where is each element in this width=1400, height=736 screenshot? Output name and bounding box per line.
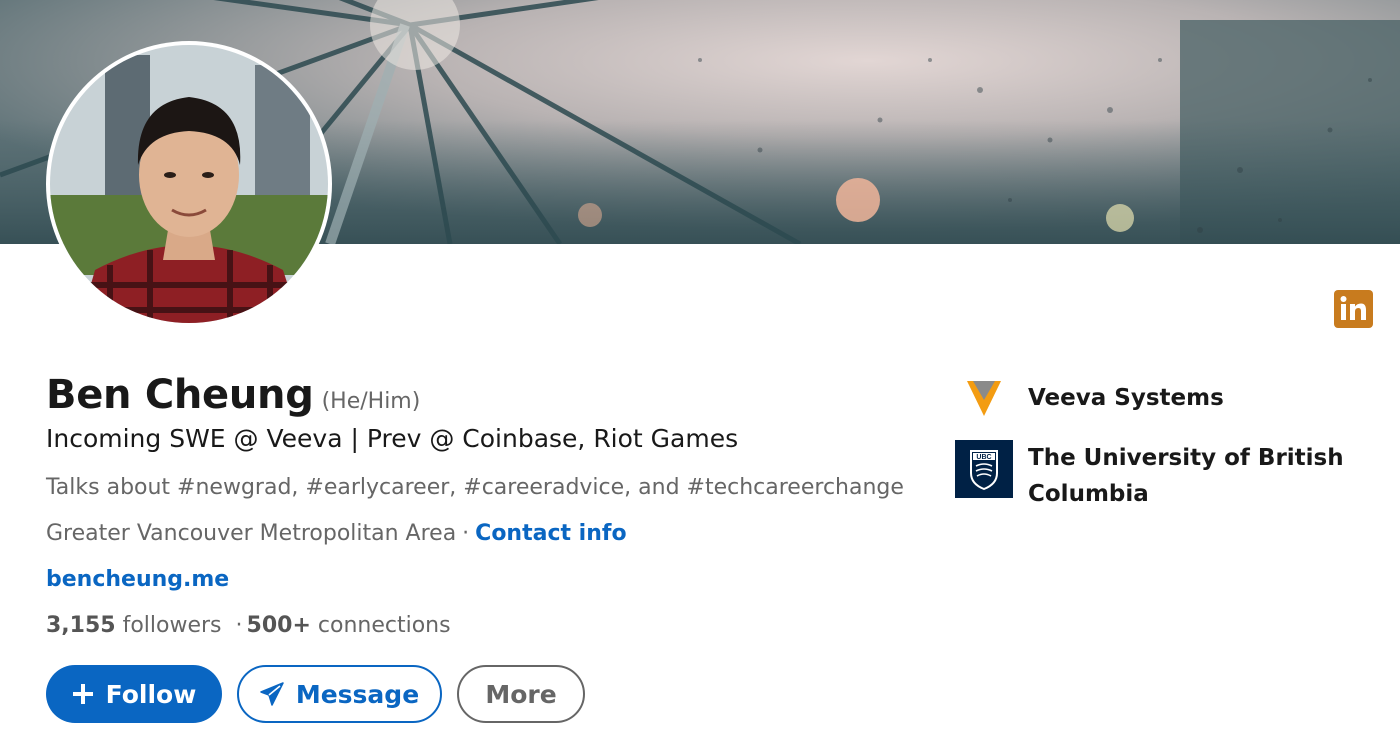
website-link[interactable]: bencheung.me bbox=[46, 567, 229, 592]
plus-icon bbox=[72, 683, 94, 705]
school-name: The University of British Columbia bbox=[1028, 445, 1344, 507]
profile-headline: Incoming SWE @ Veeva | Prev @ Coinbase, … bbox=[46, 424, 739, 453]
location-row: Greater Vancouver Metropolitan Area · Cont… bbox=[46, 521, 627, 546]
linkedin-icon bbox=[1334, 290, 1373, 328]
message-button[interactable]: Message bbox=[237, 665, 442, 723]
location-separator: · bbox=[462, 521, 470, 546]
ubc-logo-text: UBC bbox=[976, 454, 991, 461]
talks-about: Talks about #newgrad, #earlycareer, #car… bbox=[46, 475, 904, 500]
followers-label: followers bbox=[122, 613, 222, 638]
followers-stat[interactable]: 3,155 followers bbox=[46, 613, 222, 638]
profile-name: Ben Cheung bbox=[46, 372, 314, 418]
network-stats: 3,155 followers · 500+ connections bbox=[46, 613, 451, 638]
stats-separator: · bbox=[235, 613, 243, 638]
profile-identity: Ben Cheung (He/Him) bbox=[46, 372, 420, 424]
current-company[interactable]: Veeva Systems bbox=[955, 378, 1358, 436]
follow-button-label: Follow bbox=[105, 679, 197, 709]
company-name: Veeva Systems bbox=[1028, 385, 1224, 411]
ubc-logo: UBC bbox=[955, 440, 1013, 498]
pronouns: (He/Him) bbox=[321, 389, 421, 414]
connections-stat[interactable]: 500+ connections bbox=[247, 613, 451, 638]
education-school[interactable]: UBC The University of British Columbia bbox=[955, 440, 1358, 512]
connections-count: 500+ bbox=[246, 613, 311, 638]
message-button-label: Message bbox=[295, 679, 420, 709]
profile-photo[interactable] bbox=[46, 41, 332, 327]
veeva-logo bbox=[955, 378, 1013, 436]
paper-plane-icon bbox=[260, 682, 284, 706]
name-row: Ben Cheung (He/Him) bbox=[46, 372, 420, 424]
location: Greater Vancouver Metropolitan Area bbox=[46, 521, 457, 546]
followers-count: 3,155 bbox=[46, 613, 116, 638]
more-button[interactable]: More bbox=[457, 665, 585, 723]
follow-button[interactable]: Follow bbox=[46, 665, 222, 723]
profile-card: Ben Cheung (He/Him) Incoming SWE @ Veeva… bbox=[0, 0, 1400, 736]
connections-label: connections bbox=[317, 613, 451, 638]
contact-info-link[interactable]: Contact info bbox=[475, 521, 626, 546]
more-button-label: More bbox=[485, 679, 557, 709]
